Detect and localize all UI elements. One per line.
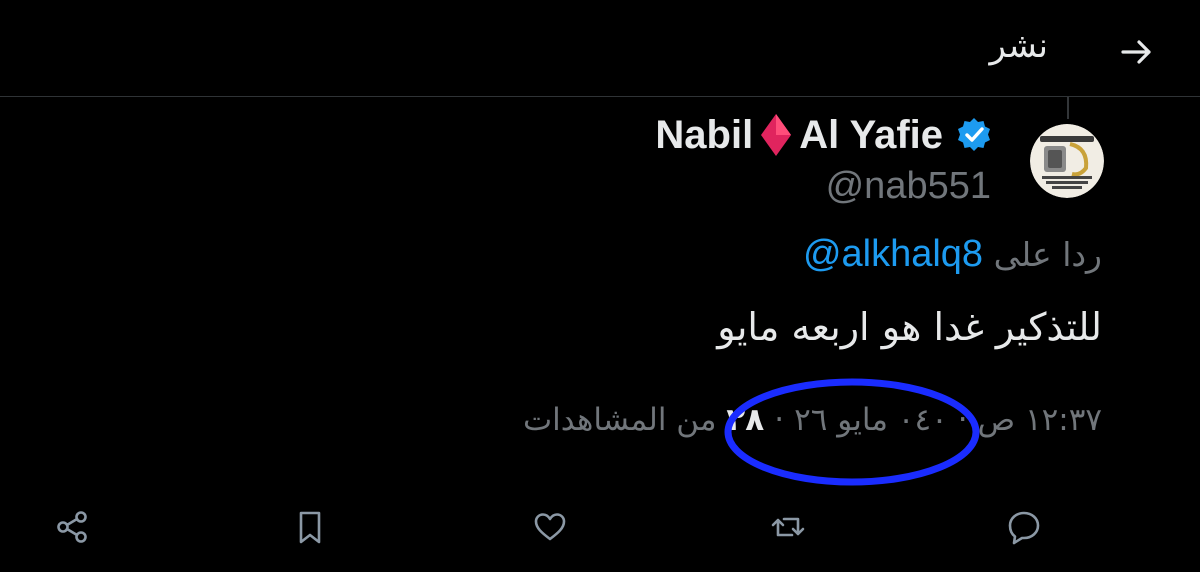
arrow-right-icon[interactable]: [1117, 32, 1157, 72]
display-name-first: Nabil: [655, 112, 754, 157]
tweet-date[interactable]: ٠٤٠ مايو ٢٦: [794, 402, 948, 438]
verified-badge-icon: [955, 116, 993, 154]
diamond-icon: [759, 112, 793, 158]
avatar[interactable]: [1030, 124, 1104, 198]
heart-icon[interactable]: [528, 505, 572, 549]
meta-separator: ·: [774, 402, 785, 438]
thread-connector: [1067, 97, 1069, 119]
tweet-text: للتذكير غدا هو اربعه مايو: [717, 305, 1102, 349]
views-count[interactable]: ٢٨: [726, 402, 764, 438]
tweet-time[interactable]: ١٢:٣٧ ص: [978, 402, 1102, 438]
top-bar: نشر: [0, 0, 1200, 97]
author-handle[interactable]: @nab551: [826, 165, 991, 208]
reply-prefix: ردا على: [993, 235, 1102, 274]
reply-context: ردا على @alkhalq8: [803, 233, 1102, 276]
reply-mention-link[interactable]: @alkhalq8: [803, 233, 983, 275]
reply-icon[interactable]: [1002, 505, 1046, 549]
views-label: من المشاهدات: [522, 402, 717, 438]
share-icon[interactable]: [50, 505, 94, 549]
tweet-meta: ١٢:٣٧ ص ·٠٤٠ مايو ٢٦· ٢٨ من المشاهدات: [523, 402, 1102, 438]
display-name[interactable]: Nabil Al Yafie: [655, 112, 993, 158]
meta-separator: ·: [957, 402, 968, 438]
action-bar: [0, 505, 1200, 555]
bookmark-icon[interactable]: [288, 505, 332, 549]
retweet-icon[interactable]: [766, 505, 810, 549]
display-name-last: Al Yafie: [799, 112, 943, 157]
page-title: نشر: [989, 26, 1048, 66]
